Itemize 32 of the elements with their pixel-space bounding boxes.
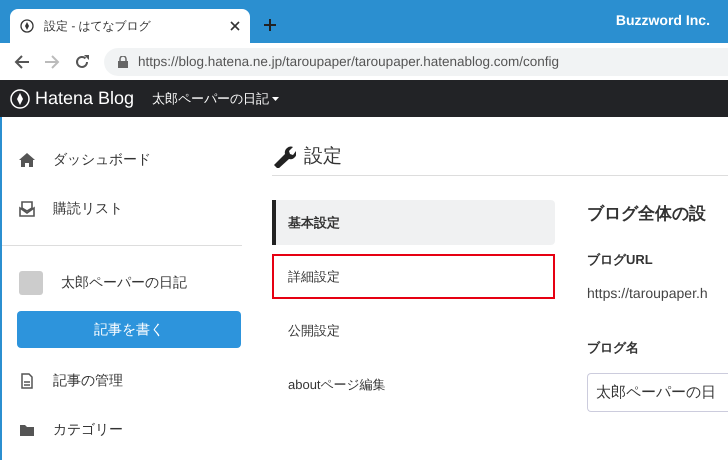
blog-avatar bbox=[19, 270, 43, 294]
field-label: ブログ名 bbox=[587, 339, 640, 357]
plus-icon[interactable] bbox=[264, 19, 276, 31]
reload-icon[interactable] bbox=[74, 54, 90, 70]
sidebar-item[interactable]: 購読リスト bbox=[2, 184, 242, 233]
settings-menu-item[interactable]: 詳細設定 bbox=[272, 254, 555, 299]
wrench-icon bbox=[272, 144, 296, 168]
url-text: https://taroupaper.h bbox=[587, 285, 709, 301]
browser-tab[interactable]: 設定 - はてなブログ bbox=[10, 9, 250, 43]
sidebar-item[interactable]: 太郎ペーパーの日記 bbox=[2, 258, 242, 307]
logo[interactable]: Hatena Blog bbox=[10, 88, 134, 109]
settings-menu-item[interactable]: aboutページ編集 bbox=[272, 362, 555, 407]
field-label: ブログURL bbox=[587, 251, 654, 269]
address-bar[interactable]: https://blog.hatena.ne.jp/taroupaper/taroupaper.hatenablog.com/config bbox=[104, 48, 728, 76]
caret-icon bbox=[272, 96, 280, 100]
settings-menu-item[interactable]: 基本設定 bbox=[272, 200, 555, 245]
sidebar-item[interactable]: カテゴリー bbox=[2, 405, 242, 454]
document-icon bbox=[19, 372, 35, 388]
home-icon bbox=[19, 152, 35, 168]
back-arrow-icon[interactable] bbox=[14, 54, 30, 70]
sidebar-item[interactable]: ダッシュボード bbox=[2, 135, 242, 184]
settings-menu-item[interactable]: 公開設定 bbox=[272, 308, 555, 353]
lock-icon bbox=[118, 56, 128, 68]
blog-menu[interactable]: 太郎ペーパーの日記 bbox=[152, 90, 280, 108]
input-field[interactable]: 太郎ペーパーの日 bbox=[587, 373, 728, 412]
close-icon[interactable] bbox=[230, 21, 240, 31]
section-heading: ブログ全体の設 bbox=[587, 203, 707, 225]
page-title: 設定 bbox=[304, 145, 342, 169]
envelope-icon bbox=[19, 200, 35, 216]
profile-name: Buzzword Inc. bbox=[616, 12, 710, 28]
sidebar-item[interactable]: 記事の管理 bbox=[2, 356, 242, 405]
tab-title: 設定 - はてなブログ bbox=[44, 18, 152, 34]
